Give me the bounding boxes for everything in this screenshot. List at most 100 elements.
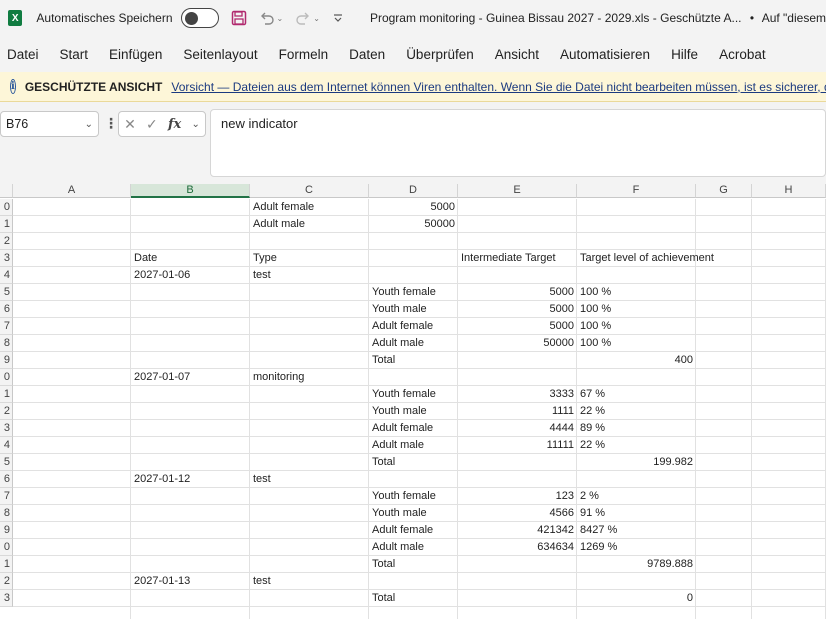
cell-c[interactable]: Adult male	[250, 216, 369, 233]
cell-d[interactable]: Adult female	[369, 318, 458, 335]
row-header[interactable]: 5	[0, 454, 13, 471]
row-header[interactable]: 8	[0, 505, 13, 522]
cancel-icon[interactable]: ✕	[124, 116, 136, 133]
tab-formeln[interactable]: Formeln	[279, 47, 329, 62]
cell-d[interactable]: Youth male	[369, 505, 458, 522]
tab-automatisieren[interactable]: Automatisieren	[560, 47, 650, 62]
row-header[interactable]: 4	[0, 437, 13, 454]
cell-b[interactable]: 2027-01-12	[131, 471, 250, 488]
formula-input[interactable]: new indicator	[210, 109, 826, 177]
cell-d[interactable]: Total	[369, 454, 458, 471]
tab-ansicht[interactable]: Ansicht	[495, 47, 539, 62]
row-header[interactable]: 5	[0, 284, 13, 301]
name-box[interactable]: B76 ⌄	[0, 111, 99, 137]
row-header[interactable]: 3	[0, 250, 13, 267]
row-header[interactable]: 9	[0, 522, 13, 539]
row-header[interactable]: 8	[0, 335, 13, 352]
cell-b[interactable]: 2027-01-07	[131, 369, 250, 386]
tab-start[interactable]: Start	[60, 47, 89, 62]
cell-d[interactable]: Total	[369, 590, 458, 607]
cell-e[interactable]: 123	[458, 488, 577, 505]
tab-daten[interactable]: Daten	[349, 47, 385, 62]
cell-c[interactable]: Type	[250, 250, 369, 267]
row-header[interactable]: 6	[0, 471, 13, 488]
cell-b[interactable]: 2027-01-06	[131, 267, 250, 284]
cell-d[interactable]: Total	[369, 352, 458, 369]
row-header[interactable]: 0	[0, 539, 13, 556]
cell-e[interactable]: Intermediate Target	[458, 250, 577, 267]
column-header-a[interactable]: A	[13, 184, 131, 198]
row-header[interactable]: 7	[0, 318, 13, 335]
tab-einfuegen[interactable]: Einfügen	[109, 47, 162, 62]
cell-f[interactable]: 100 %	[577, 335, 696, 352]
cell-f[interactable]: 8427 %	[577, 522, 696, 539]
cell-e[interactable]: 11111	[458, 437, 577, 454]
select-all-corner[interactable]	[0, 184, 13, 198]
cell-f[interactable]: 91 %	[577, 505, 696, 522]
row-header[interactable]: 1	[0, 386, 13, 403]
row-header[interactable]: 2	[0, 573, 13, 590]
cell-d[interactable]: Youth male	[369, 301, 458, 318]
cell-f[interactable]: 22 %	[577, 437, 696, 454]
cell-d[interactable]: Adult male	[369, 437, 458, 454]
cell-c[interactable]: monitoring	[250, 369, 369, 386]
row-header[interactable]: 0	[0, 199, 13, 216]
cell-d[interactable]: Youth female	[369, 284, 458, 301]
column-header-e[interactable]: E	[458, 184, 577, 198]
formula-expand-icon[interactable]: ⌄	[191, 119, 199, 130]
cell-e[interactable]: 4566	[458, 505, 577, 522]
column-header-d[interactable]: D	[369, 184, 458, 198]
undo-dropdown-icon[interactable]: ⌄	[277, 14, 284, 23]
protected-view-message-link[interactable]: Vorsicht — Dateien aus dem Internet könn…	[171, 80, 826, 94]
cell-f[interactable]: 67 %	[577, 386, 696, 403]
chevron-down-icon[interactable]: ⌄	[85, 119, 93, 130]
row-header[interactable]: 2	[0, 403, 13, 420]
column-header-c[interactable]: C	[250, 184, 369, 198]
cell-d[interactable]: 50000	[369, 216, 458, 233]
undo-icon[interactable]	[259, 10, 275, 26]
cell-e[interactable]: 421342	[458, 522, 577, 539]
insert-function-icon[interactable]: fx	[168, 117, 181, 132]
row-header[interactable]: 4	[0, 267, 13, 284]
cell-f[interactable]: 100 %	[577, 284, 696, 301]
cell-f[interactable]: Target level of achievement	[577, 250, 714, 267]
cell-f[interactable]: 0	[577, 590, 696, 607]
cell-f[interactable]: 22 %	[577, 403, 696, 420]
cell-e[interactable]: 1111	[458, 403, 577, 420]
cell-d[interactable]: Total	[369, 556, 458, 573]
cell-b[interactable]: 2027-01-13	[131, 573, 250, 590]
cell-f[interactable]: 1269 %	[577, 539, 696, 556]
cell-d[interactable]: Youth male	[369, 403, 458, 420]
redo-dropdown-icon[interactable]: ⌄	[313, 14, 320, 23]
cell-e[interactable]: 5000	[458, 301, 577, 318]
cell-f[interactable]: 100 %	[577, 301, 696, 318]
column-header-g[interactable]: G	[696, 184, 752, 198]
row-header[interactable]: 3	[0, 590, 13, 607]
cell-d[interactable]: 5000	[369, 199, 458, 216]
cell-e[interactable]: 5000	[458, 318, 577, 335]
cell-c[interactable]: test	[250, 573, 369, 590]
spreadsheet-grid[interactable]: A B C D E F G H 0 Adult female 5000 1 Adult male 5000…	[0, 184, 826, 619]
cell-c[interactable]: test	[250, 267, 369, 284]
row-header[interactable]: 1	[0, 556, 13, 573]
file-location[interactable]: Auf "diesem	[762, 11, 826, 25]
more-options-icon[interactable]: ⋮	[104, 115, 118, 132]
tab-datei[interactable]: Datei	[7, 47, 39, 62]
redo-icon[interactable]	[295, 10, 311, 26]
row-header[interactable]: 3	[0, 420, 13, 437]
cell-e[interactable]: 3333	[458, 386, 577, 403]
column-header-f[interactable]: F	[577, 184, 696, 198]
cell-d[interactable]: Adult male	[369, 335, 458, 352]
row-header[interactable]: 9	[0, 352, 13, 369]
cell-e[interactable]: 634634	[458, 539, 577, 556]
cell-d[interactable]: Adult female	[369, 420, 458, 437]
enter-icon[interactable]: ✓	[146, 116, 158, 133]
tab-seitenlayout[interactable]: Seitenlayout	[183, 47, 257, 62]
cell-f[interactable]: 199.982	[577, 454, 696, 471]
cell-e[interactable]: 5000	[458, 284, 577, 301]
cell-e[interactable]: 4444	[458, 420, 577, 437]
cell-f[interactable]: 100 %	[577, 318, 696, 335]
cell-f[interactable]: 2 %	[577, 488, 696, 505]
cell-e[interactable]: 50000	[458, 335, 577, 352]
column-header-h[interactable]: H	[752, 184, 826, 198]
